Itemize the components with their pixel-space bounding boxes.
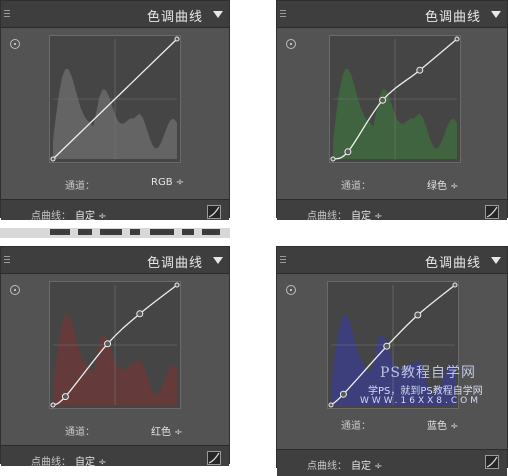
grip-icon[interactable]	[280, 256, 286, 263]
target-adjust-icon[interactable]	[10, 39, 20, 49]
point-curve-select[interactable]: 自定 ÷	[351, 457, 383, 472]
panel-title: 色调曲线	[424, 10, 481, 25]
channel-label: 通道：	[65, 427, 95, 438]
curve-control-point[interactable]	[328, 402, 334, 408]
point-curve-select[interactable]: 自定 ÷	[75, 453, 107, 468]
channel-select[interactable]: 绿色 ÷	[427, 177, 459, 192]
panel-title: 色调曲线	[424, 256, 481, 271]
curve-control-point[interactable]	[416, 66, 424, 74]
target-adjust-icon[interactable]	[286, 285, 296, 295]
point-curve-edit-icon[interactable]	[485, 455, 499, 469]
point-curve-select[interactable]: 自定 ÷	[351, 207, 383, 222]
curve-control-point[interactable]	[414, 311, 422, 319]
panel-footer: 点曲线： 自定 ÷	[277, 449, 507, 476]
point-curve-edit-icon[interactable]	[207, 451, 221, 465]
point-curve-select[interactable]: 自定 ÷	[75, 207, 107, 222]
tone-curve-panel-rgb: 色调曲线 通道： RGB ÷ 点曲线： 自定 ÷	[0, 0, 230, 222]
point-curve-edit-icon[interactable]	[485, 205, 499, 219]
curve-plot[interactable]	[49, 281, 181, 409]
curve-control-point[interactable]	[452, 282, 458, 288]
curve-control-point[interactable]	[379, 96, 387, 104]
cropped-text-strip	[0, 228, 230, 238]
curve-control-point[interactable]	[104, 340, 112, 348]
watermark-title: PS教程自学网	[380, 365, 477, 381]
panel-header: 色调曲线	[1, 1, 229, 28]
point-curve-label: 点曲线：	[31, 211, 71, 222]
panel-header: 色调曲线	[1, 247, 229, 274]
curve-plot[interactable]	[49, 35, 181, 163]
point-curve-label: 点曲线：	[307, 461, 347, 472]
tone-curve-panel-green: 色调曲线 通道： 绿色 ÷ 点曲线： 自定 ÷	[276, 0, 508, 222]
watermark-subtitle: 学PS，就到PS教程自学网	[368, 386, 483, 397]
grip-icon[interactable]	[4, 256, 10, 263]
target-adjust-icon[interactable]	[286, 39, 296, 49]
curve-control-point[interactable]	[454, 36, 460, 42]
channel-select[interactable]: 蓝色 ÷	[427, 417, 459, 432]
panel-title: 色调曲线	[146, 256, 203, 271]
collapse-triangle-icon[interactable]	[491, 257, 501, 264]
collapse-triangle-icon[interactable]	[213, 11, 223, 18]
tone-curve-panel-red: 色调曲线 通道： 红色 ÷ 点曲线： 自定 ÷	[0, 246, 230, 468]
panel-footer: 点曲线： 自定 ÷	[1, 199, 229, 222]
curve-control-point[interactable]	[339, 390, 347, 398]
channel-label: 通道：	[341, 181, 371, 192]
curve-control-point[interactable]	[50, 402, 56, 408]
panel-header: 色调曲线	[277, 1, 507, 28]
watermark-url: WWW.16XX8.COM	[360, 396, 482, 406]
curve-control-point[interactable]	[344, 148, 352, 156]
curve-plot[interactable]	[329, 35, 461, 163]
collapse-triangle-icon[interactable]	[213, 257, 223, 264]
target-adjust-icon[interactable]	[10, 285, 20, 295]
panel-footer: 点曲线： 自定 ÷	[1, 445, 229, 468]
channel-select[interactable]: RGB ÷	[151, 177, 184, 188]
panel-title: 色调曲线	[146, 10, 203, 25]
channel-label: 通道：	[341, 421, 371, 432]
panel-footer: 点曲线： 自定 ÷	[277, 199, 507, 222]
curve-control-point[interactable]	[383, 342, 391, 350]
grip-icon[interactable]	[4, 10, 10, 17]
curve-control-point[interactable]	[136, 310, 144, 318]
point-curve-label: 点曲线：	[307, 211, 347, 222]
panel-header: 色调曲线	[277, 247, 507, 274]
grip-icon[interactable]	[280, 10, 286, 17]
channel-label: 通道：	[65, 181, 95, 192]
curve-control-point[interactable]	[174, 36, 180, 42]
channel-select[interactable]: 红色 ÷	[151, 423, 183, 438]
point-curve-label: 点曲线：	[31, 457, 71, 468]
point-curve-edit-icon[interactable]	[207, 205, 221, 219]
curve-control-point[interactable]	[330, 156, 336, 162]
collapse-triangle-icon[interactable]	[491, 11, 501, 18]
curve-control-point[interactable]	[174, 282, 180, 288]
curve-control-point[interactable]	[61, 393, 69, 401]
curve-control-point[interactable]	[50, 156, 56, 162]
tone-curve-panel-blue: 色调曲线 通道： 蓝色 ÷ 点曲线： 自定 ÷	[276, 246, 508, 476]
